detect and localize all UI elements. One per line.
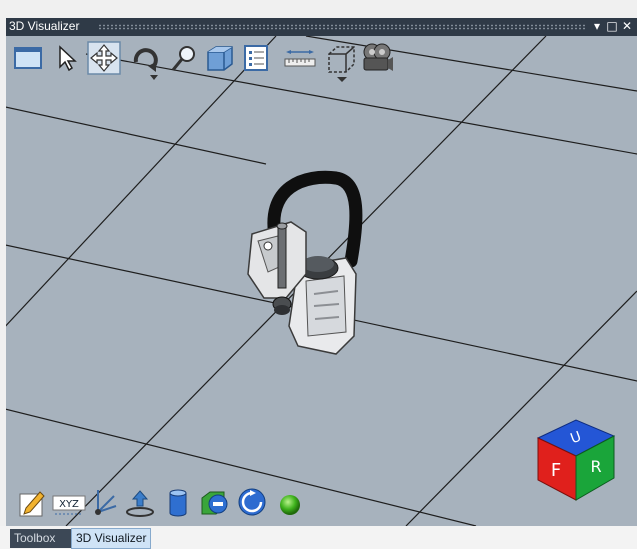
reset-rotation-icon[interactable] — [236, 486, 268, 518]
bottom-tab-bar: Toolbox 3D Visualizer — [0, 526, 637, 549]
cylinder-icon[interactable] — [162, 486, 194, 518]
tab-3d-visualizer[interactable]: 3D Visualizer — [71, 528, 152, 549]
pan-move-icon[interactable] — [86, 40, 122, 76]
window-titlebar[interactable]: 3D Visualizer ▾ □ ✕ — [6, 18, 637, 36]
bounding-box-icon[interactable] — [324, 42, 358, 84]
frame-view-icon[interactable] — [12, 42, 44, 74]
view-cube[interactable]: U F R — [534, 412, 619, 502]
maximize-icon[interactable]: □ — [605, 19, 619, 34]
camera-settings-icon[interactable] — [358, 40, 394, 76]
svg-text:XYZ: XYZ — [59, 499, 79, 510]
measure-ruler-icon[interactable] — [282, 44, 318, 72]
axes-icon[interactable] — [88, 486, 120, 518]
rotate-icon[interactable] — [128, 42, 162, 82]
remove-object-icon[interactable] — [198, 486, 232, 518]
teach-point-icon[interactable] — [124, 488, 156, 520]
3d-viewport[interactable]: XYZ U F R — [6, 36, 637, 526]
titlebar-grip — [98, 24, 585, 30]
select-pointer-icon[interactable] — [50, 42, 82, 74]
solid-view-icon[interactable] — [204, 42, 236, 74]
view-cube-front-label: F — [551, 460, 561, 481]
tab-toolbox[interactable]: Toolbox — [10, 529, 76, 548]
zoom-magnifier-icon[interactable] — [168, 42, 200, 74]
xyz-coordinates-icon[interactable]: XYZ — [52, 488, 86, 520]
window-title: 3D Visualizer — [9, 19, 80, 33]
properties-list-icon[interactable] — [240, 42, 272, 74]
close-icon[interactable]: ✕ — [620, 19, 634, 34]
status-sphere-icon — [274, 488, 306, 520]
view-cube-right-label: R — [590, 457, 601, 476]
edit-pencil-icon[interactable] — [16, 488, 48, 520]
pin-dropdown-icon[interactable]: ▾ — [590, 19, 604, 34]
scara-robot-model[interactable] — [247, 170, 363, 355]
